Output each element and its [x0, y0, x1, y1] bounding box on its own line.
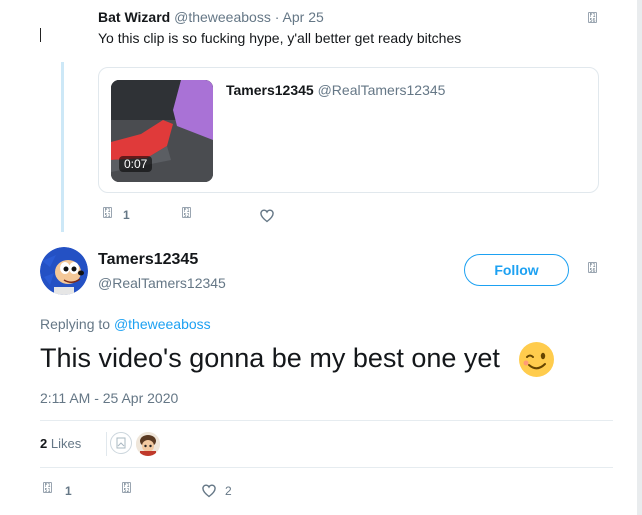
parent-reply-icon[interactable]: F1 51 — [103, 207, 112, 219]
parent-display-name[interactable]: Bat Wizard — [98, 9, 170, 25]
parent-tweet-text: Yo this clip is so fucking hype, y'all b… — [98, 30, 462, 46]
replying-prefix: Replying to — [40, 316, 111, 332]
quoted-handle[interactable]: @RealTamers12345 — [318, 82, 446, 98]
main-retweet-icon[interactable]: F1 52 — [122, 482, 131, 494]
tweet-timestamp[interactable]: 2:11 AM - 25 Apr 2020 — [40, 390, 178, 406]
parent-avatar[interactable] — [45, 8, 85, 58]
replying-to-link[interactable]: @theweeaboss — [114, 316, 211, 332]
likes-count: 2 — [40, 436, 48, 451]
parent-reply-count: 1 — [123, 208, 130, 222]
quoted-tweet-card[interactable]: 0:07 Tamers12345 @RealTamers12345 — [98, 67, 599, 193]
main-tweet-text: This video's gonna be my best one yet — [40, 343, 500, 373]
likes-summary[interactable]: 2 Likes — [40, 436, 81, 451]
parent-date[interactable]: Apr 25 — [283, 9, 324, 25]
winking-face-emoji — [519, 342, 554, 377]
liker-avatar-1[interactable] — [110, 432, 132, 454]
quoted-header: Tamers12345 @RealTamers12345 — [226, 82, 445, 98]
replying-to-line: Replying to @theweeaboss — [40, 316, 211, 332]
image-placeholder-icon — [116, 437, 126, 449]
liker-avatar-graphic — [136, 432, 160, 456]
winking-face-icon — [523, 352, 546, 370]
thread-line — [61, 62, 64, 232]
likes-label: Likes — [50, 436, 82, 451]
follow-button[interactable]: Follow — [464, 254, 569, 286]
left-edge-mark — [40, 28, 41, 42]
parent-more-icon[interactable]: F1 56 — [588, 12, 597, 24]
divider-top — [40, 420, 613, 421]
main-handle[interactable]: @RealTamers12345 — [98, 275, 226, 291]
video-duration: 0:07 — [119, 156, 153, 172]
video-thumbnail[interactable]: 0:07 — [111, 80, 213, 182]
parent-separator: · — [274, 9, 280, 25]
main-display-name[interactable]: Tamers12345 — [98, 251, 198, 269]
liker-avatar-2[interactable] — [136, 432, 160, 456]
divider-bottom — [40, 467, 613, 468]
window-right-edge — [637, 0, 642, 515]
quoted-display-name[interactable]: Tamers12345 — [226, 82, 314, 98]
parent-retweet-icon[interactable]: F1 52 — [182, 207, 191, 219]
main-heart-icon[interactable] — [201, 483, 217, 498]
sonic-avatar-graphic — [40, 247, 88, 295]
main-like-count: 2 — [225, 484, 232, 498]
main-more-icon[interactable]: F1 56 — [588, 262, 597, 274]
parent-heart-icon[interactable] — [259, 208, 275, 223]
parent-handle[interactable]: @theweeaboss — [174, 9, 271, 25]
main-reply-count: 1 — [65, 484, 72, 498]
likes-separator — [106, 432, 107, 456]
main-reply-icon[interactable]: F1 51 — [43, 482, 52, 494]
main-avatar[interactable] — [40, 247, 88, 295]
parent-tweet-header: Bat Wizard @theweeaboss · Apr 25 — [98, 9, 324, 25]
